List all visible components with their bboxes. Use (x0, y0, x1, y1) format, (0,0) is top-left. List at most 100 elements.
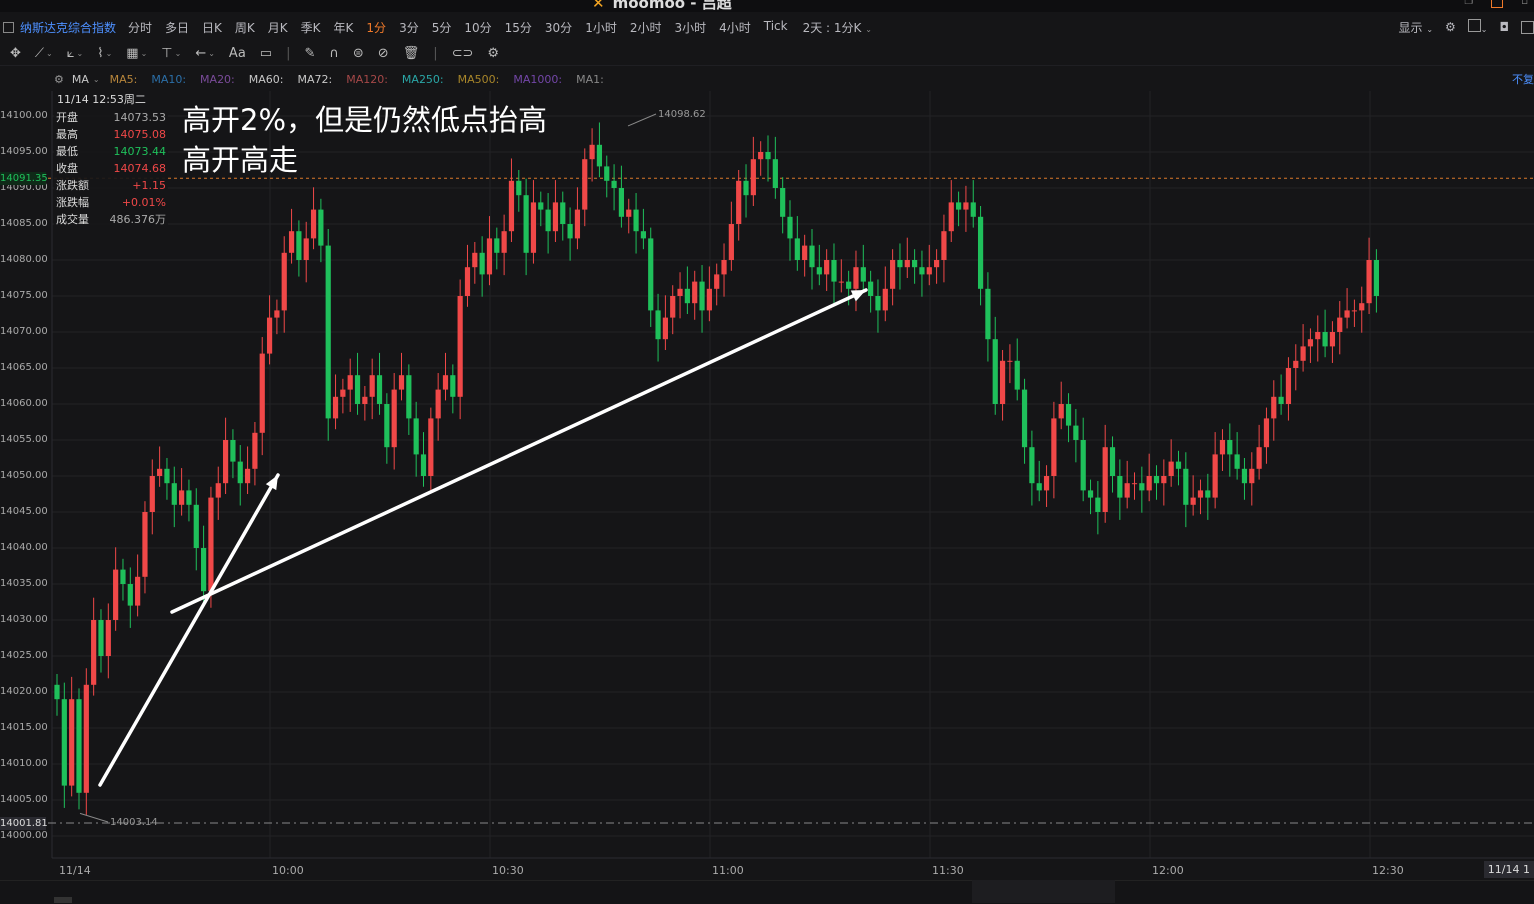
candle-body (618, 188, 625, 217)
low-leader-line (79, 812, 109, 823)
y-tick-label: 14095.00 (0, 146, 48, 157)
candle-body (98, 620, 104, 656)
candle-body (376, 375, 383, 404)
info-value: 486.376万 (109, 213, 167, 226)
scrollbar-thumb[interactable] (972, 880, 1115, 903)
x-tick-label: 10:00 (272, 864, 304, 877)
candle-body (1014, 360, 1020, 390)
y-tick-label: 14030.00 (0, 614, 48, 625)
candle-body (706, 288, 712, 311)
candle-body (1087, 490, 1094, 498)
candle-body (1102, 447, 1108, 512)
y-tick-label: 14075.00 (0, 290, 48, 301)
candle-body (582, 159, 588, 210)
candle-body (626, 209, 632, 217)
candle-body (963, 202, 969, 210)
candle-body (406, 375, 412, 419)
y-tick-label: 14015.00 (0, 722, 48, 733)
candle-body (992, 339, 998, 404)
y-tick-label: 14005.00 (0, 794, 48, 805)
candle-body (574, 209, 581, 239)
candle-body (442, 375, 449, 390)
candle-body (1153, 476, 1160, 484)
low-price-label: 14003.14 (110, 817, 158, 828)
candle-body (882, 288, 888, 311)
info-value: 14073.53 (113, 111, 167, 124)
candle-body (926, 267, 932, 275)
y-tick-label: 14085.00 (0, 218, 48, 229)
candle-body (69, 699, 75, 786)
candle-body (208, 497, 214, 592)
candle-body (1322, 332, 1328, 347)
candle-body (1058, 404, 1064, 419)
candle-body (912, 260, 918, 268)
candle-body (1036, 483, 1042, 491)
candle-body (1124, 483, 1130, 498)
candle-info-panel: 11/14 12:53周二 开盘 14073.53 最高 14075.08 最低 1407… (54, 91, 168, 227)
candle-body (640, 231, 646, 239)
candle-body (369, 375, 375, 397)
candle-body (91, 620, 97, 685)
candle-body (1219, 440, 1226, 455)
candle-body (1227, 440, 1233, 455)
candle-body (332, 396, 339, 419)
candle-body (384, 404, 390, 448)
info-label: 涨跌幅 (56, 196, 89, 209)
candle-body (127, 584, 133, 606)
candle-body (897, 260, 903, 268)
candle-body (457, 296, 463, 397)
candle-body (934, 260, 940, 268)
candle-body (362, 396, 368, 404)
candle-body (684, 288, 690, 304)
candle-body (222, 440, 229, 484)
candle-body (530, 202, 537, 253)
reference-price-label: 14001.81 (0, 816, 48, 830)
scroll-handle[interactable] (54, 897, 72, 903)
x-tick-label: 12:00 (1152, 864, 1184, 877)
candle-body (1351, 310, 1358, 312)
candle-body (83, 684, 89, 793)
candle-body (846, 281, 852, 289)
y-tick-label: 14025.00 (0, 650, 48, 661)
candle-body (1241, 468, 1248, 484)
candle-body (692, 281, 698, 304)
candle-body (1234, 454, 1240, 469)
candle-body (743, 180, 749, 196)
candle-body (1095, 497, 1101, 512)
candle-body (1300, 346, 1306, 361)
candle-body (1315, 332, 1321, 340)
candle-body (237, 461, 243, 484)
y-tick-label: 14065.00 (0, 362, 48, 373)
candle-body (347, 375, 353, 390)
candle-body (831, 260, 837, 282)
candle-body (435, 389, 441, 419)
candle-body (809, 245, 815, 268)
candle-body (904, 260, 910, 268)
candle-body (1271, 396, 1277, 419)
candle-body (1278, 396, 1284, 404)
info-label: 成交量 (56, 213, 89, 226)
x-tick-label: 11:00 (712, 864, 744, 877)
candle-body (999, 360, 1006, 404)
info-value: 14075.08 (113, 128, 167, 141)
y-tick-label: 14045.00 (0, 506, 48, 517)
candle-body (303, 238, 309, 260)
candle-body (171, 483, 177, 505)
info-row: 收盘 14074.68 (54, 160, 168, 177)
candle-body (970, 202, 976, 217)
candle-body (501, 231, 507, 253)
candle-body (1307, 339, 1314, 347)
candle-body (780, 188, 786, 217)
candle-body (941, 231, 947, 260)
candle-body (1131, 483, 1138, 485)
candle-body (736, 180, 742, 224)
candle-body (1212, 454, 1218, 498)
timeline-scrollbar[interactable] (0, 880, 1534, 904)
y-tick-label: 14100.00 (0, 110, 48, 121)
candle-body (105, 620, 111, 656)
candle-body (1021, 389, 1028, 448)
info-label: 最低 (56, 145, 78, 158)
candle-body (1366, 260, 1372, 304)
candle-body (721, 260, 727, 275)
candle-body (149, 476, 155, 512)
